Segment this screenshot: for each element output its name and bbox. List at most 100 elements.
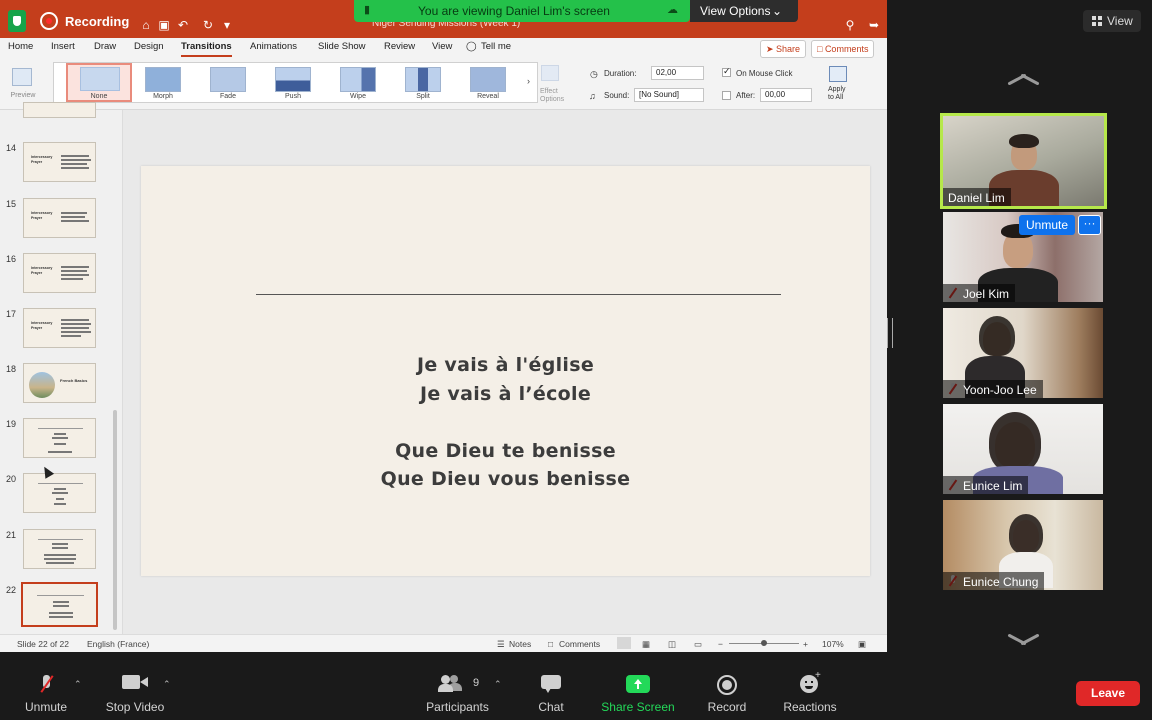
slide-thumb-21[interactable]: [23, 529, 96, 569]
on-mouse-click-checkbox[interactable]: ✓: [722, 66, 731, 77]
status-bar: Slide 22 of 22 English (France) ☰ Notes …: [0, 634, 887, 652]
more-options-button[interactable]: ···: [1078, 215, 1101, 235]
panel-scrollbar[interactable]: [113, 410, 117, 630]
cloud-icon: ☁: [667, 4, 678, 16]
scroll-up-chevron-icon[interactable]: [1006, 72, 1040, 86]
audio-options-caret-icon[interactable]: ⌃: [74, 679, 82, 689]
slide-thumb-22[interactable]: [21, 582, 98, 627]
share-profile-icon[interactable]: ➥: [866, 18, 882, 32]
record-button[interactable]: Record: [700, 665, 754, 720]
slide-thumb-16[interactable]: Intercessory Prayer: [23, 253, 96, 293]
transition-fade-thumb[interactable]: [210, 67, 246, 92]
home-icon[interactable]: ⌂: [138, 18, 154, 32]
tab-insert[interactable]: Insert: [51, 41, 75, 52]
tab-review[interactable]: Review: [384, 41, 415, 52]
comments-button[interactable]: □ Comments: [811, 40, 875, 58]
gallery-more-chevron-icon[interactable]: ›: [527, 76, 530, 86]
language-indicator[interactable]: English (France): [87, 639, 149, 649]
effect-options-button[interactable]: Effect Options: [538, 62, 570, 106]
comment-icon: □: [817, 44, 825, 54]
share-screen-button[interactable]: Share Screen: [596, 665, 680, 720]
lightbulb-icon: ◯: [466, 41, 477, 52]
view-layout-button[interactable]: View: [1083, 10, 1141, 32]
zoom-percentage[interactable]: 107%: [822, 639, 844, 649]
search-icon[interactable]: ⚲: [842, 18, 858, 32]
meeting-toolbar: Unmute ⌃ Stop Video ⌃ 9 Participants ⌃ C…: [0, 665, 1152, 720]
transition-push-thumb[interactable]: [275, 67, 311, 92]
participants-button[interactable]: 9 Participants: [420, 665, 495, 720]
slide-thumb-18[interactable]: French Basics: [23, 363, 96, 403]
unmute-participant-button[interactable]: Unmute: [1019, 215, 1075, 235]
zoom-slider-handle[interactable]: [761, 640, 767, 646]
scroll-down-chevron-icon[interactable]: [1006, 632, 1040, 646]
tab-home[interactable]: Home: [8, 41, 33, 52]
slide-thumb-14[interactable]: Intercessory Prayer: [23, 142, 96, 182]
undo-icon[interactable]: ↶: [175, 18, 191, 32]
clock-icon: ◷: [590, 69, 598, 79]
ribbon-tabs: Home Insert Draw Design Transitions Anim…: [0, 38, 887, 60]
after-input[interactable]: 00,00: [760, 88, 812, 102]
slide-thumb-19[interactable]: [23, 418, 96, 458]
transition-reveal-thumb[interactable]: [470, 67, 506, 92]
slide-sorter-icon[interactable]: ▦: [642, 639, 650, 650]
transition-morph-thumb[interactable]: [145, 67, 181, 92]
leave-meeting-button[interactable]: Leave: [1076, 681, 1140, 706]
preview-button[interactable]: Preview: [6, 64, 40, 104]
redo-icon[interactable]: ↻: [200, 18, 216, 32]
tab-transitions[interactable]: Transitions: [181, 41, 232, 57]
sound-icon: ♫: [589, 91, 596, 101]
share-button[interactable]: ➤ Share: [760, 40, 807, 58]
slide-line-2: Je vais à l’école: [419, 383, 592, 405]
view-options-button[interactable]: View Options ⌄: [690, 0, 798, 22]
transitions-ribbon: Preview None Morph Fade Push Wipe Split …: [0, 60, 887, 110]
video-tile-eunice-lim[interactable]: Eunice Lim: [943, 404, 1103, 494]
transition-wipe-thumb[interactable]: [340, 67, 376, 92]
slide-thumb-13[interactable]: [23, 102, 96, 118]
unmute-button[interactable]: Unmute: [18, 665, 74, 720]
slide-divider-line: [256, 294, 781, 295]
tab-tell-me[interactable]: Tell me: [481, 41, 511, 52]
video-options-caret-icon[interactable]: ⌃: [163, 679, 171, 689]
zoom-in-icon[interactable]: +: [803, 639, 808, 649]
slide-thumb-17[interactable]: Intercessory Prayer: [23, 308, 96, 348]
transition-split-thumb[interactable]: [405, 67, 441, 92]
notes-button[interactable]: Notes: [509, 639, 531, 649]
chat-button[interactable]: Chat: [526, 665, 576, 720]
chat-bubble-icon: [541, 675, 561, 693]
notes-icon: ☰: [497, 639, 505, 649]
save-icon[interactable]: ▣: [156, 18, 172, 32]
sound-select[interactable]: [No Sound]: [634, 88, 704, 102]
duration-input[interactable]: 02,00: [651, 66, 704, 80]
smiley-add-icon: +: [800, 670, 821, 695]
participant-hair: [979, 316, 1015, 356]
stop-video-button[interactable]: Stop Video: [100, 665, 170, 720]
reactions-button[interactable]: + Reactions: [778, 665, 842, 720]
apply-to-all-button[interactable]: Apply to All: [825, 64, 855, 106]
tab-design[interactable]: Design: [134, 41, 164, 52]
tab-slide-show[interactable]: Slide Show: [318, 41, 366, 52]
video-tile-yoon-joo-lee[interactable]: Yoon-Joo Lee: [943, 308, 1103, 398]
comments-status-button[interactable]: Comments: [559, 639, 600, 649]
current-slide[interactable]: Je vais à l'église Je vais à l’école Que…: [141, 166, 870, 576]
shield-icon[interactable]: [8, 10, 26, 32]
slide-thumb-20[interactable]: [23, 473, 96, 513]
video-tile-daniel-lim[interactable]: Daniel Lim: [940, 113, 1107, 209]
reading-view-icon[interactable]: ◫: [668, 639, 676, 650]
slideshow-view-icon[interactable]: ▭: [694, 639, 702, 650]
recording-icon: [40, 12, 58, 30]
slide-line-4: Que Dieu vous benisse: [380, 468, 631, 490]
participants-caret-icon[interactable]: ⌃: [494, 679, 502, 689]
participant-count: 9: [473, 677, 480, 689]
customize-icon[interactable]: ▾: [219, 18, 235, 32]
tab-draw[interactable]: Draw: [94, 41, 116, 52]
slide-line-1: Je vais à l'église: [416, 354, 595, 376]
sidebar-resize-handle[interactable]: [887, 318, 893, 348]
video-tile-eunice-chung[interactable]: Eunice Chung: [943, 500, 1103, 590]
fit-to-window-icon[interactable]: ▣: [858, 639, 866, 650]
zoom-out-icon[interactable]: −: [718, 639, 723, 649]
slide-thumb-15[interactable]: Intercessory Prayer: [23, 198, 96, 238]
after-checkbox[interactable]: [722, 91, 731, 100]
tab-view[interactable]: View: [432, 41, 452, 52]
normal-view-icon[interactable]: [617, 637, 631, 649]
tab-animations[interactable]: Animations: [250, 41, 297, 52]
